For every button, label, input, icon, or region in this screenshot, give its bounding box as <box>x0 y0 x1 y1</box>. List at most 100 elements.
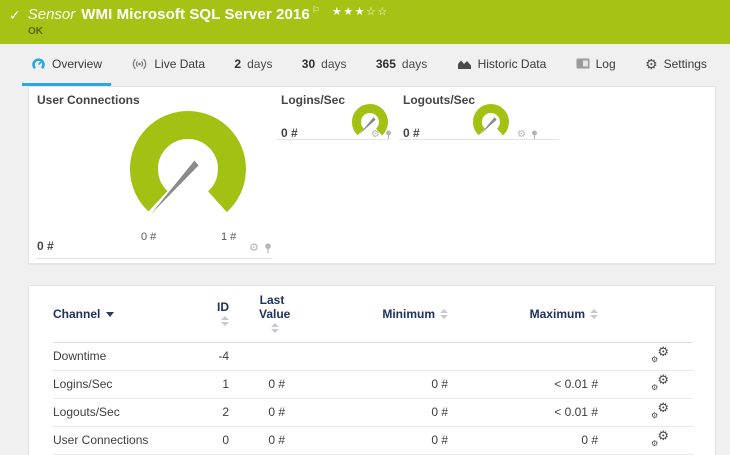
gauge-scale-max: 1 # <box>221 231 237 243</box>
gauge-settings-icon[interactable]: ⚙ <box>249 243 259 254</box>
tab-log[interactable]: Log <box>567 44 625 86</box>
gauge-controls: ⚙ <box>249 243 272 254</box>
tab-settings[interactable]: ⚙ Settings <box>636 44 716 86</box>
channel-actions: ⚙ ⚙ <box>622 398 693 427</box>
tab-label: days <box>247 56 273 71</box>
sensor-ok-check-icon: ✓ <box>9 6 21 23</box>
tab-label: Historic Data <box>477 56 547 71</box>
column-header-minimum[interactable]: Minimum <box>309 286 472 343</box>
channel-id: 1 <box>205 370 245 399</box>
tab-label: Overview <box>52 56 103 71</box>
tab-historic-data[interactable]: Historic Data <box>448 44 556 86</box>
sort-icon <box>270 322 279 333</box>
channel-settings-icon[interactable]: ⚙ ⚙ <box>651 429 669 448</box>
gauge-title-logins: Logins/Sec <box>281 93 346 107</box>
tab-label: Settings <box>663 56 707 71</box>
column-header-actions <box>622 286 693 343</box>
tab-live-data[interactable]: Live Data <box>122 44 214 86</box>
channel-name: Logins/Sec <box>53 370 205 399</box>
column-header-id[interactable]: ID <box>205 286 245 343</box>
header-label: Minimum <box>382 306 435 321</box>
gauge-scale-min: 0 # <box>141 231 157 243</box>
sort-desc-icon <box>106 312 115 318</box>
header-label: Channel <box>53 306 101 321</box>
sensor-title: WMI Microsoft SQL Server 2016 <box>81 6 310 23</box>
gauge-arc <box>130 111 246 213</box>
table-header-row: Channel ID Last Value Minimum Maximum <box>53 286 693 343</box>
tab-2-days[interactable]: 2 days <box>225 44 281 86</box>
channel-actions: ⚙ ⚙ <box>622 370 693 399</box>
tab-label: Log <box>595 56 616 71</box>
channel-minimum <box>309 342 472 371</box>
channel-maximum: 0 # <box>472 426 622 455</box>
tab-overview[interactable]: Overview <box>22 44 112 86</box>
channel-actions: ⚙ ⚙ <box>622 342 693 371</box>
tab-365-days[interactable]: 365 days <box>367 44 436 86</box>
channel-last-value: 0 # <box>245 370 309 399</box>
prtg-sensor-page: ✓ Sensor WMI Microsoft SQL Server 2016 ⚐… <box>0 0 730 455</box>
user-connections-gauge <box>130 111 246 214</box>
channel-name: Downtime <box>53 342 205 371</box>
table-row: Logouts/Sec 2 0 # 0 # < 0.01 # ⚙ ⚙ <box>53 398 693 427</box>
channel-minimum: 0 # <box>309 370 472 399</box>
gauges-panel: User Connections 0 # 1 # 0 # ⚙ Logins/Se… <box>28 86 716 264</box>
gauge-title-logouts: Logouts/Sec <box>403 93 476 107</box>
tab-label: days <box>401 56 428 71</box>
logouts-gauge <box>472 104 509 136</box>
divider <box>277 139 390 140</box>
sort-icon <box>221 315 229 326</box>
channel-maximum: < 0.01 # <box>472 398 622 427</box>
channels-panel: Channel ID Last Value Minimum Maximum Do… <box>28 285 716 455</box>
channel-id: 2 <box>205 398 245 427</box>
sensor-header-line: ✓ Sensor WMI Microsoft SQL Server 2016 ⚐… <box>0 0 730 23</box>
pin-icon[interactable] <box>264 243 272 254</box>
channel-id: -4 <box>205 342 245 371</box>
gear-icon: ⚙ <box>645 55 658 72</box>
broadcast-icon <box>131 58 148 70</box>
channel-last-value <box>245 342 309 371</box>
channel-settings-icon[interactable]: ⚙ ⚙ <box>651 345 669 364</box>
gauge-value-logouts: 0 # <box>403 126 420 140</box>
header-label: Maximum <box>529 306 585 321</box>
gauge-title-user-connections: User Connections <box>37 93 140 107</box>
header-label: Last Value <box>259 292 291 321</box>
divider <box>35 258 272 259</box>
tab-label: days <box>321 56 347 71</box>
channel-maximum <box>472 342 622 371</box>
channel-maximum: < 0.01 # <box>472 370 622 399</box>
tab-30-days[interactable]: 30 days <box>293 44 356 86</box>
channel-settings-icon[interactable]: ⚙ ⚙ <box>651 401 669 420</box>
log-icon <box>576 58 590 69</box>
column-header-channel[interactable]: Channel <box>53 286 205 343</box>
gauge-arc <box>472 104 509 136</box>
gauge-tab-icon <box>31 57 46 71</box>
header-label: ID <box>217 299 229 314</box>
channel-name: User Connections <box>53 426 205 455</box>
tab-number: 30 <box>301 56 316 71</box>
column-header-last-value[interactable]: Last Value <box>245 286 309 343</box>
channel-settings-icon[interactable]: ⚙ ⚙ <box>651 373 669 392</box>
table-row: Downtime -4 ⚙ ⚙ <box>53 342 693 371</box>
divider <box>399 139 559 140</box>
channel-last-value: 0 # <box>245 398 309 427</box>
channel-actions: ⚙ ⚙ <box>622 426 693 455</box>
channel-name: Logouts/Sec <box>53 398 205 427</box>
tab-label: Live Data <box>154 56 206 71</box>
channel-minimum: 0 # <box>309 426 472 455</box>
chart-icon <box>457 58 472 70</box>
sensor-kind-label: Sensor <box>27 6 76 23</box>
tab-number: 365 <box>375 56 396 71</box>
channel-minimum: 0 # <box>309 398 472 427</box>
sort-icon <box>440 308 448 319</box>
column-header-maximum[interactable]: Maximum <box>472 286 622 343</box>
sensor-header: ✓ Sensor WMI Microsoft SQL Server 2016 ⚐… <box>0 0 730 44</box>
priority-stars[interactable]: ★★★☆☆ <box>332 5 389 18</box>
table-row: User Connections 0 0 # 0 # 0 # ⚙ ⚙ <box>53 426 693 455</box>
table-row: Logins/Sec 1 0 # 0 # < 0.01 # ⚙ ⚙ <box>53 370 693 399</box>
tab-number: 2 <box>234 56 242 71</box>
channel-id: 0 <box>205 426 245 455</box>
gauge-value-user-connections: 0 # <box>37 239 54 253</box>
flag-icon: ⚐ <box>311 5 320 15</box>
sensor-status-text: OK <box>28 26 43 37</box>
gauge-value-logins: 0 # <box>281 126 298 140</box>
